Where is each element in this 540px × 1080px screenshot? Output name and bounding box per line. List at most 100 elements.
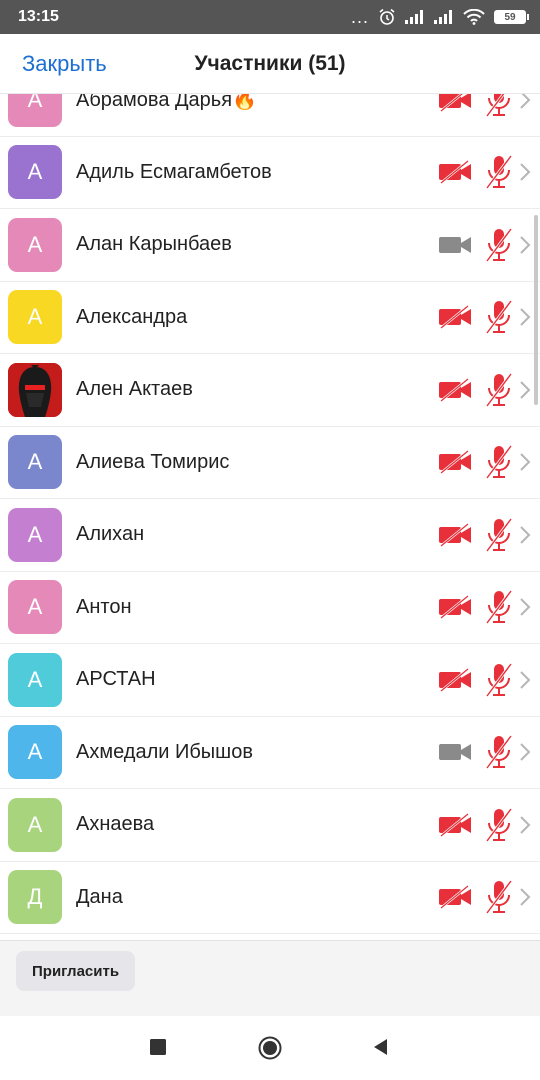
avatar: А: [8, 652, 62, 707]
participant-row[interactable]: Ален Актаев: [0, 354, 540, 427]
participant-controls: [438, 499, 532, 571]
system-nav-bar: [0, 1016, 540, 1080]
participant-controls: [438, 209, 532, 281]
participant-name: Абрамова Дарья🔥: [76, 94, 257, 112]
avatar-initial: Д: [27, 884, 43, 910]
video-off-icon: [439, 305, 471, 330]
participant-row[interactable]: А АРСТАН: [0, 644, 540, 717]
avatar-initial: А: [27, 739, 43, 765]
video-off-icon: [439, 377, 471, 402]
participants-list[interactable]: А Абрамова Дарья🔥 А Адиль Есмагамбетов А…: [0, 94, 540, 940]
video-off-icon: [439, 160, 471, 185]
mic-off-icon: [485, 372, 513, 407]
video-off-icon: [439, 595, 471, 620]
participant-name: Алихан: [76, 523, 145, 546]
chevron-right-icon[interactable]: [518, 451, 532, 473]
avatar: А: [8, 145, 62, 200]
avatar-initial: А: [27, 94, 43, 112]
participant-row[interactable]: Д Дана: [0, 862, 540, 934]
avatar: [8, 362, 62, 417]
battery-indicator: 59: [494, 10, 529, 24]
avatar: А: [8, 435, 62, 490]
participant-controls: [438, 862, 532, 934]
chevron-right-icon[interactable]: [518, 94, 532, 111]
mic-off-icon: [485, 517, 513, 552]
participant-controls: [438, 94, 532, 136]
avatar: А: [8, 290, 62, 345]
participant-row[interactable]: А Александра: [0, 282, 540, 354]
participant-row[interactable]: А Алиева Томирис: [0, 427, 540, 499]
status-icons: ... 59: [350, 7, 529, 27]
mic-off-icon: [485, 227, 513, 262]
chevron-right-icon[interactable]: [518, 524, 532, 546]
more-dots-icon: ...: [350, 7, 369, 27]
status-bar: 13:15 ... 59: [0, 0, 540, 34]
photo-avatar-image: [8, 362, 62, 417]
recents-icon[interactable]: [149, 1038, 167, 1056]
chevron-right-icon[interactable]: [518, 669, 532, 691]
avatar: А: [8, 580, 62, 635]
participant-row[interactable]: А Абрамова Дарья🔥: [0, 94, 540, 137]
participant-name: Александра: [76, 305, 188, 328]
chevron-right-icon[interactable]: [518, 596, 532, 618]
participant-name: Антон: [76, 595, 132, 618]
mic-off-icon: [485, 807, 513, 842]
video-icon: [439, 744, 471, 761]
chevron-right-icon[interactable]: [518, 379, 532, 401]
avatar: А: [8, 217, 62, 272]
participant-name: АРСТАН: [76, 668, 156, 691]
participant-controls: [438, 427, 532, 499]
participants-footer: Пригласить: [0, 940, 540, 1016]
chevron-right-icon[interactable]: [518, 886, 532, 908]
mic-off-icon: [485, 735, 513, 770]
avatar: А: [8, 725, 62, 780]
close-button[interactable]: Закрыть: [22, 51, 107, 77]
mic-off-icon: [485, 300, 513, 335]
participant-name: Адиль Есмагамбетов: [76, 160, 272, 183]
chevron-right-icon[interactable]: [518, 741, 532, 763]
video-off-icon: [439, 450, 471, 475]
video-off-icon: [439, 522, 471, 547]
participant-row[interactable]: А Алихан: [0, 499, 540, 572]
avatar: А: [8, 94, 62, 127]
mic-off-icon: [485, 94, 510, 117]
chevron-right-icon[interactable]: [518, 814, 532, 836]
avatar-initial: А: [27, 449, 43, 475]
avatar: А: [8, 797, 62, 852]
mic-off-icon: [485, 880, 513, 915]
mic-off-icon: [485, 662, 513, 697]
status-time: 13:15: [18, 8, 59, 25]
participant-row[interactable]: А Ахмедали Ибышов: [0, 717, 540, 789]
participant-row[interactable]: А Ахнаева: [0, 789, 540, 862]
signal-icon: [405, 10, 423, 24]
video-off-icon: [439, 812, 471, 837]
avatar-initial: А: [27, 159, 43, 185]
participants-list-content: А Абрамова Дарья🔥 А Адиль Есмагамбетов А…: [0, 94, 540, 934]
participant-controls: [438, 354, 532, 426]
signal-icon-2: [434, 10, 452, 24]
list-scrollbar[interactable]: [534, 215, 538, 405]
participant-name: Алан Карынбаев: [76, 233, 232, 256]
chevron-right-icon[interactable]: [518, 161, 532, 183]
chevron-right-icon[interactable]: [518, 306, 532, 328]
avatar-initial: А: [27, 521, 43, 547]
participant-row[interactable]: А Алан Карынбаев: [0, 209, 540, 282]
home-icon[interactable]: [258, 1036, 282, 1060]
participant-controls: [438, 137, 532, 209]
back-icon[interactable]: [372, 1038, 390, 1056]
participant-controls: [438, 789, 532, 861]
invite-button[interactable]: Пригласить: [16, 951, 136, 991]
participant-row[interactable]: А Антон: [0, 572, 540, 644]
video-off-icon: [439, 667, 471, 692]
participant-row[interactable]: А Адиль Есмагамбетов: [0, 137, 540, 209]
participant-controls: [438, 282, 532, 354]
video-icon: [439, 236, 471, 253]
mic-off-icon: [485, 155, 513, 190]
mic-off-icon: [485, 445, 513, 480]
participant-name: Ахнаева: [76, 813, 155, 836]
avatar-initial: А: [27, 811, 43, 837]
chevron-right-icon[interactable]: [518, 234, 532, 256]
avatar-initial: А: [27, 666, 43, 692]
participant-name: Ахмедали Ибышов: [76, 740, 253, 763]
participant-name: Ален Актаев: [76, 378, 193, 401]
